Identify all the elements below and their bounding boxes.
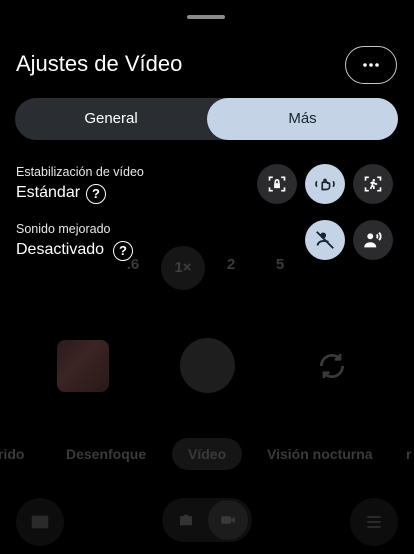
tab-mas[interactable]: Más [207,98,398,140]
stabilization-help-icon[interactable]: ? [86,184,106,204]
settings-button[interactable] [350,498,398,546]
shutter-button[interactable] [180,338,235,393]
mode-item[interactable]: rido [0,446,24,462]
effects-button[interactable] [16,498,64,546]
mode-carousel: rido Desenfoque Vídeo Visión nocturna r [0,438,414,472]
settings-tab-bar: General Más [15,98,398,140]
stabilization-option-standard[interactable] [305,164,345,204]
enhanced-sound-help-icon[interactable]: ? [113,241,133,261]
active-motion-icon [364,176,382,192]
tune-icon [367,516,381,528]
switch-camera-icon[interactable] [316,350,348,382]
mode-item-selected[interactable]: Vídeo [172,438,243,470]
mode-item[interactable]: r [406,446,411,462]
stabilization-option-active[interactable] [353,164,393,204]
tab-general[interactable]: General [15,98,207,140]
enhanced-sound-value: Desactivado [16,241,105,258]
mode-item[interactable]: Visión nocturna [267,446,373,462]
camera-screen: .6 1× 2 5 rido Desenfoque Vídeo Visión n… [0,0,414,554]
mic-off-icon [316,231,334,249]
gallery-thumbnail[interactable] [57,340,109,392]
photo-mode-button[interactable] [166,500,206,540]
photo-video-switch [162,498,252,542]
mode-item[interactable]: Desenfoque [66,446,146,462]
enhanced-sound-option-on[interactable] [353,220,393,260]
sheet-drag-handle[interactable] [187,15,225,19]
more-horiz-icon [363,63,379,67]
stabilization-value: Estándar [16,184,81,201]
sparkle-image-icon [31,515,49,529]
more-options-button[interactable] [345,46,397,84]
stabilization-label: Estabilización de vídeo [16,165,144,179]
enhanced-sound-label: Sonido mejorado [16,222,111,236]
hand-stabilize-icon [315,178,335,191]
video-camera-icon [221,516,235,524]
lock-frame-icon [268,176,286,192]
zoom-option-selected[interactable]: 1× [161,246,205,290]
speech-enhance-icon [364,231,382,248]
sheet-title: Ajustes de Vídeo [16,51,183,76]
zoom-option[interactable]: 2 [216,256,246,273]
camera-icon [180,514,192,526]
video-mode-button[interactable] [208,500,248,540]
enhanced-sound-option-off[interactable] [305,220,345,260]
camera-background: .6 1× 2 5 rido Desenfoque Vídeo Visión n… [0,0,414,554]
zoom-option[interactable]: 5 [265,256,295,273]
stabilization-option-locked[interactable] [257,164,297,204]
